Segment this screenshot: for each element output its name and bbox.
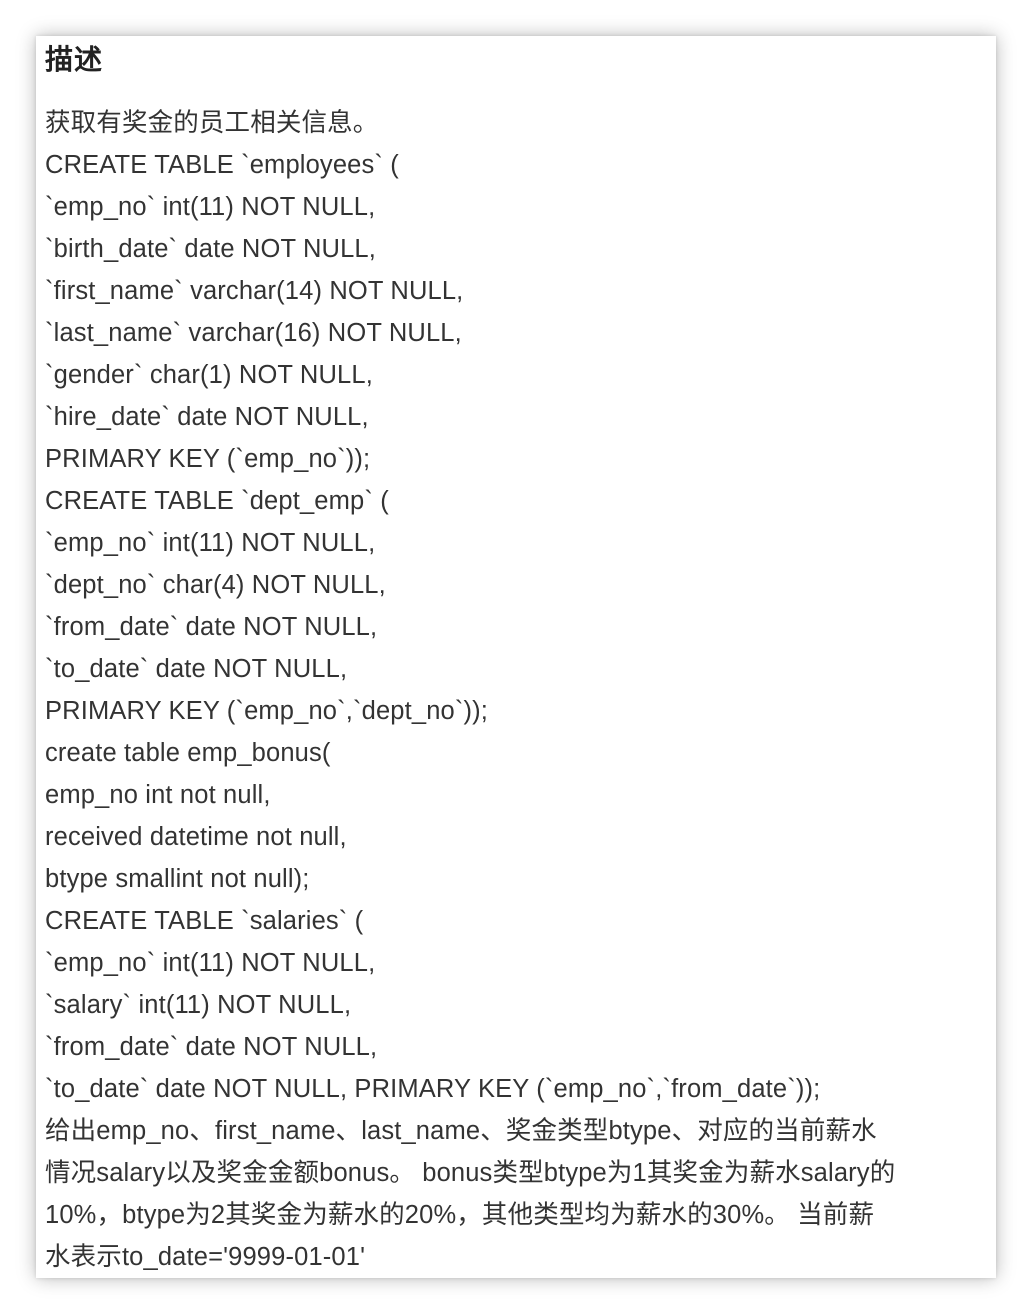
description-line: CREATE TABLE `employees` (: [45, 151, 399, 179]
description-line: received datetime not null,: [45, 823, 347, 851]
description-line: CREATE TABLE `salaries` (: [45, 907, 364, 935]
description-line: btype smallint not null);: [45, 865, 310, 893]
description-line: `emp_no` int(11) NOT NULL,: [45, 949, 376, 977]
description-line: `dept_no` char(4) NOT NULL,: [45, 571, 386, 599]
description-line: `salary` int(11) NOT NULL,: [45, 991, 352, 1019]
description-body: 获取有奖金的员工相关信息。 CREATE TABLE `employees` (…: [45, 102, 996, 1278]
description-line: 10%，btype为2其奖金为薪水的20%，其他类型均为薪水的30%。 当前薪: [45, 1201, 875, 1229]
description-line: `last_name` varchar(16) NOT NULL,: [45, 319, 462, 347]
description-line: `to_date` date NOT NULL, PRIMARY KEY (`e…: [45, 1075, 821, 1103]
description-line: `birth_date` date NOT NULL,: [45, 235, 376, 263]
description-line: `first_name` varchar(14) NOT NULL,: [45, 277, 464, 305]
description-line: `hire_date` date NOT NULL,: [45, 403, 369, 431]
description-line: emp_no int not null,: [45, 781, 271, 809]
description-card: 描述 获取有奖金的员工相关信息。 CREATE TABLE `employees…: [36, 36, 996, 1278]
description-line: `from_date` date NOT NULL,: [45, 613, 378, 641]
description-line: 水表示to_date='9999-01-01': [45, 1243, 366, 1271]
description-line: `emp_no` int(11) NOT NULL,: [45, 529, 376, 557]
description-line: CREATE TABLE `dept_emp` (: [45, 487, 389, 515]
description-line: `emp_no` int(11) NOT NULL,: [45, 193, 376, 221]
description-line: 获取有奖金的员工相关信息。: [45, 109, 379, 137]
description-line: PRIMARY KEY (`emp_no`));: [45, 445, 371, 473]
description-line: `to_date` date NOT NULL,: [45, 655, 348, 683]
description-line: `from_date` date NOT NULL,: [45, 1033, 378, 1061]
description-line: `gender` char(1) NOT NULL,: [45, 361, 373, 389]
description-line: 情况salary以及奖金金额bonus。 bonus类型btype为1其奖金为薪…: [45, 1159, 896, 1187]
description-line: PRIMARY KEY (`emp_no`,`dept_no`));: [45, 697, 489, 725]
description-title: 描述: [45, 44, 104, 75]
description-line: 给出emp_no、first_name、last_name、奖金类型btype、…: [45, 1117, 877, 1145]
description-line: create table emp_bonus(: [45, 739, 331, 767]
